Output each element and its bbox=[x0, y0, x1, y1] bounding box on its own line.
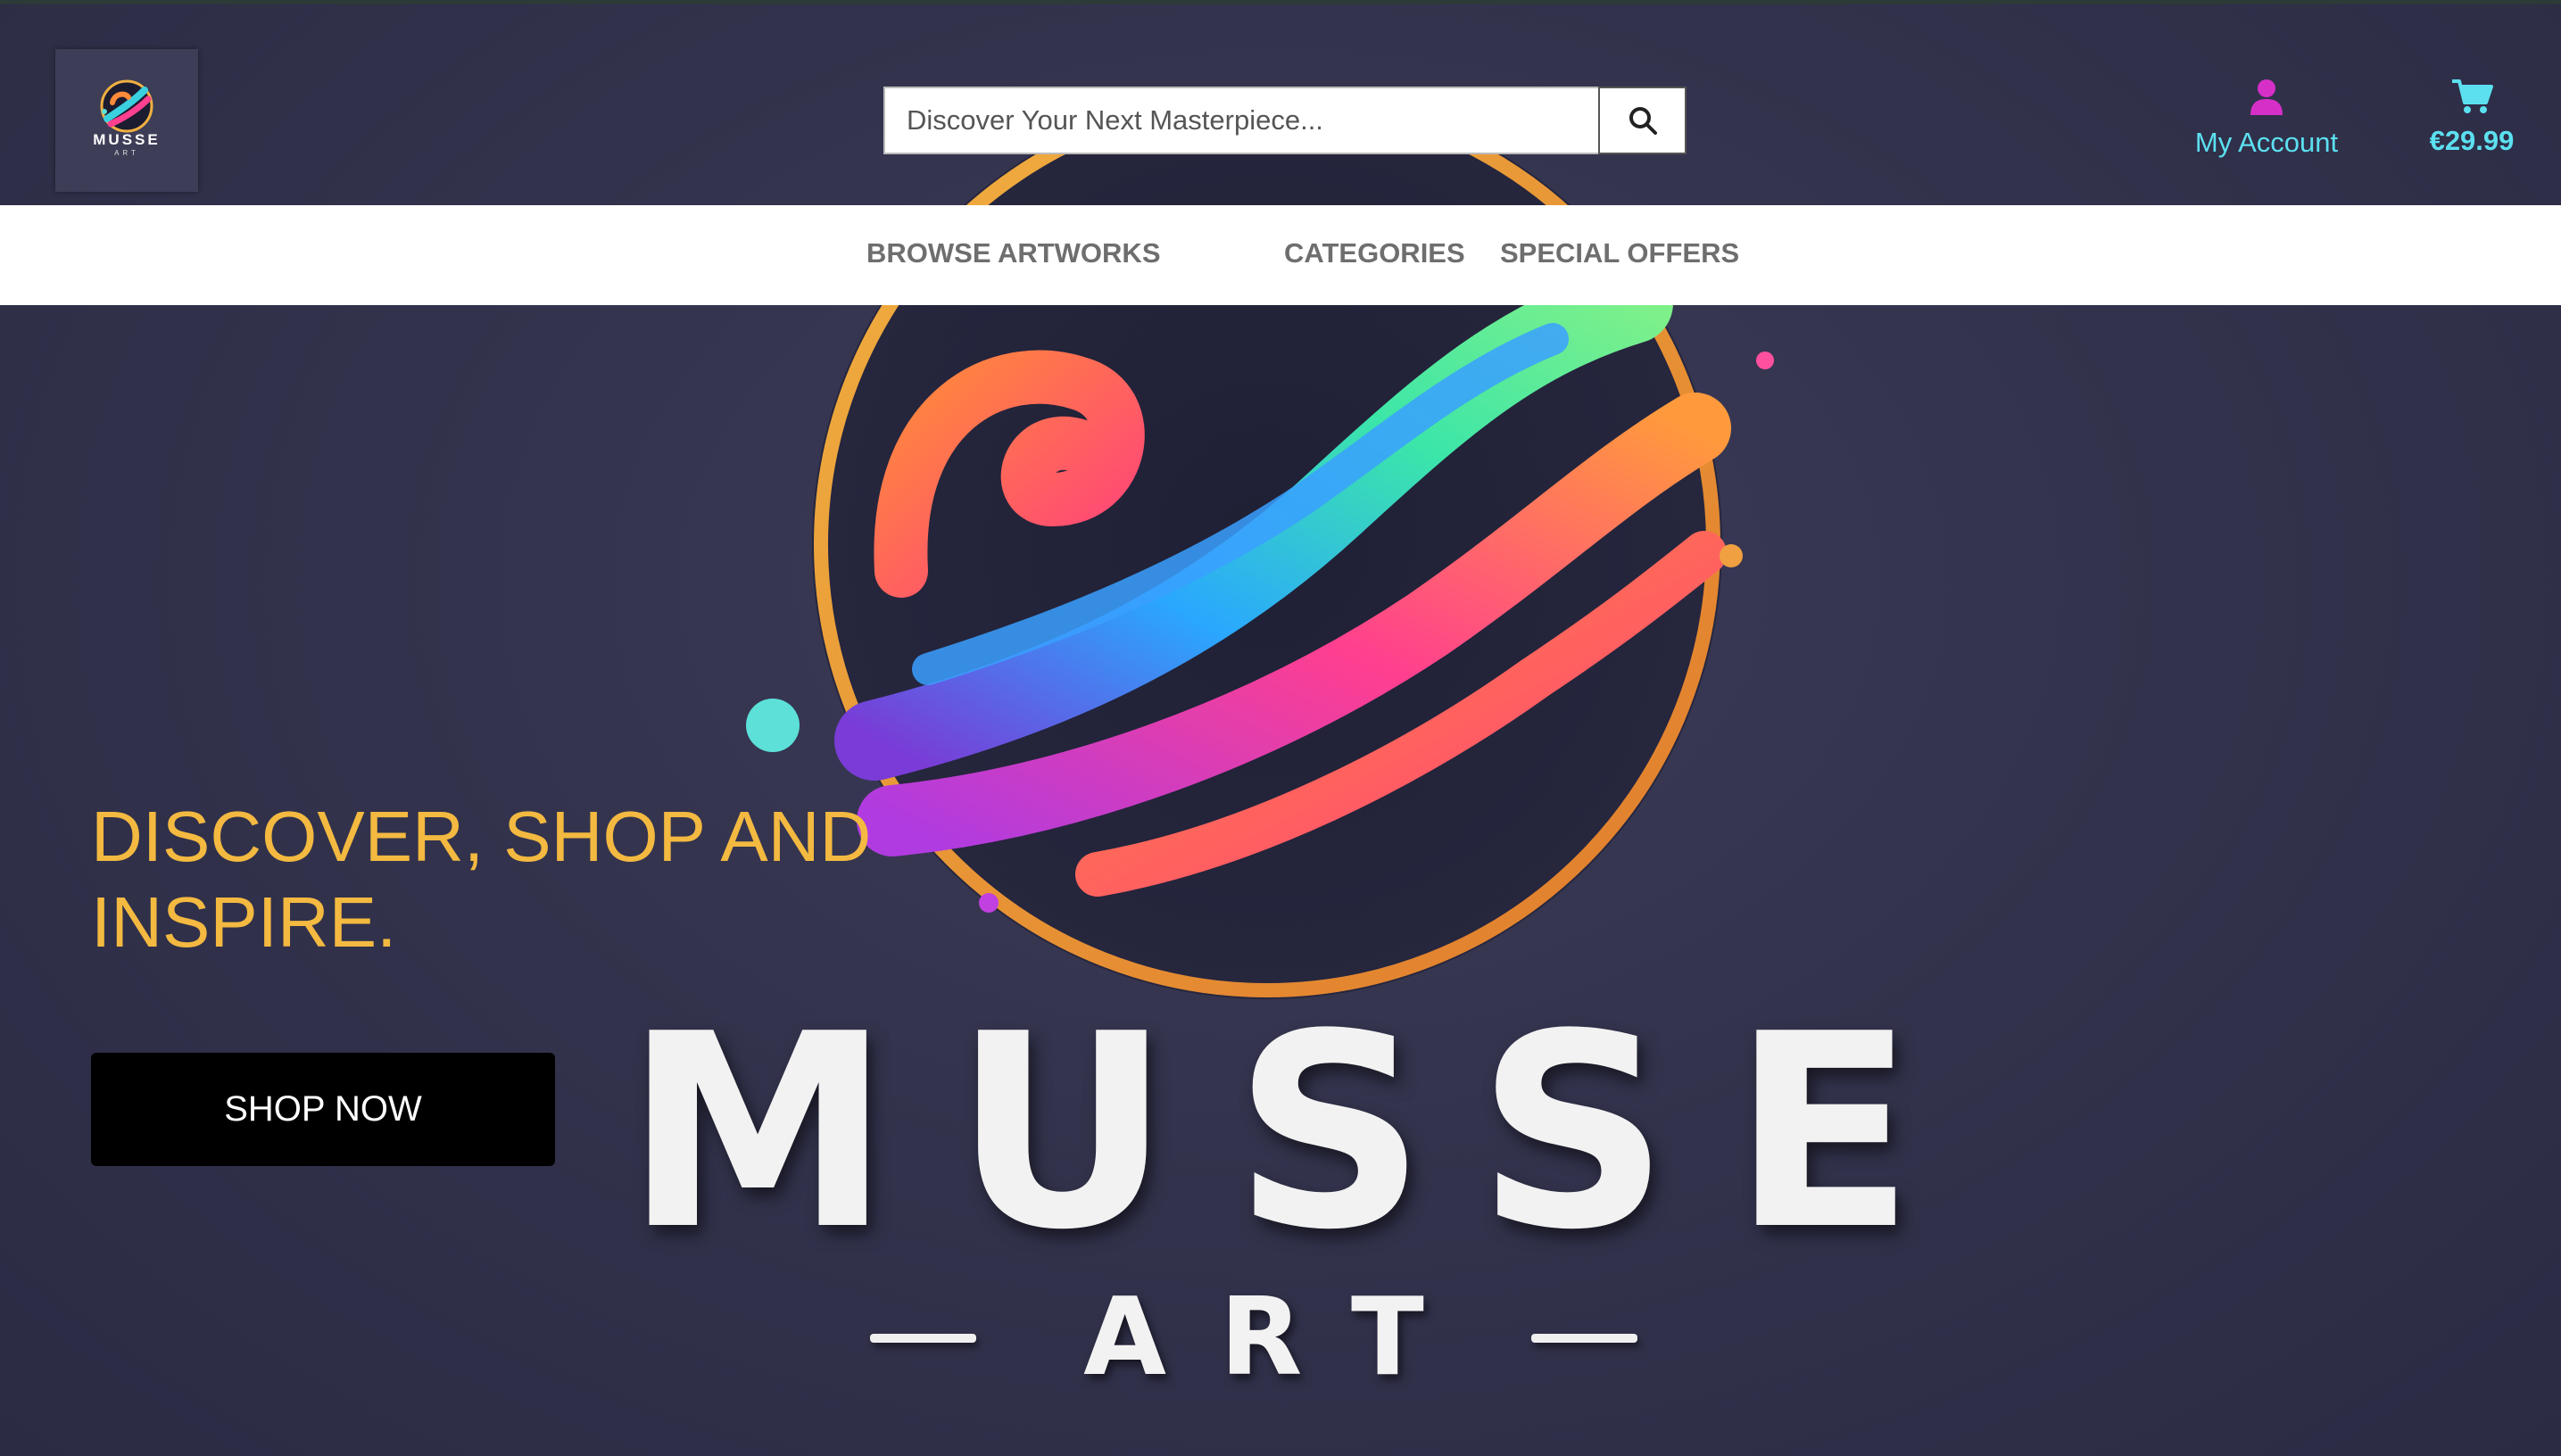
cart-link[interactable]: €29.99 bbox=[2409, 78, 2534, 167]
nav-item-categories[interactable]: CATEGORIES bbox=[1284, 237, 1465, 269]
paint-dot-teal bbox=[746, 699, 800, 752]
cart-icon bbox=[2452, 79, 2493, 113]
my-account-label: My Account bbox=[2194, 127, 2339, 158]
site-logo[interactable]: MUSSE ART bbox=[55, 49, 198, 192]
site-header: MUSSE ART My Account bbox=[0, 4, 2561, 205]
brand-wordmark: MUSSE bbox=[625, 977, 1977, 1288]
brand-dash-right bbox=[1530, 1334, 1637, 1343]
nav-item-special-offers[interactable]: SPECIAL OFFERS bbox=[1500, 237, 1739, 269]
logo-subtext: ART bbox=[114, 149, 139, 157]
search-input[interactable] bbox=[883, 87, 1598, 154]
brand-dash-left bbox=[870, 1334, 977, 1343]
brand-subtitle-text: ART bbox=[1083, 1276, 1478, 1400]
brand-subtitle: ART bbox=[870, 1285, 1637, 1392]
search-icon bbox=[1629, 107, 1657, 135]
hero-headline-line-1: DISCOVER, SHOP AND bbox=[91, 797, 872, 876]
hero-headline-line-2: INSPIRE. bbox=[91, 882, 397, 962]
paint-dot-pink bbox=[1756, 352, 1774, 369]
search-bar bbox=[883, 87, 1687, 154]
main-nav: BROWSE ARTWORKS CATEGORIES SPECIAL OFFER… bbox=[0, 205, 2561, 305]
user-icon bbox=[2250, 79, 2283, 115]
logo-emblem-icon bbox=[100, 79, 153, 133]
my-account-link[interactable]: My Account bbox=[2177, 78, 2356, 167]
cart-total: €29.99 bbox=[2429, 125, 2515, 156]
search-button[interactable] bbox=[1598, 87, 1687, 154]
nav-item-browse-artworks[interactable]: BROWSE ARTWORKS bbox=[866, 237, 1161, 269]
hero-headline: DISCOVER, SHOP AND INSPIRE. bbox=[91, 794, 983, 965]
logo-text: MUSSE bbox=[93, 131, 161, 148]
paint-dot-orange bbox=[1720, 544, 1743, 567]
shop-now-button[interactable]: SHOP NOW bbox=[91, 1053, 555, 1166]
page: MUSSE ART MUSSE ART Discover Your Next M… bbox=[0, 0, 2561, 1456]
